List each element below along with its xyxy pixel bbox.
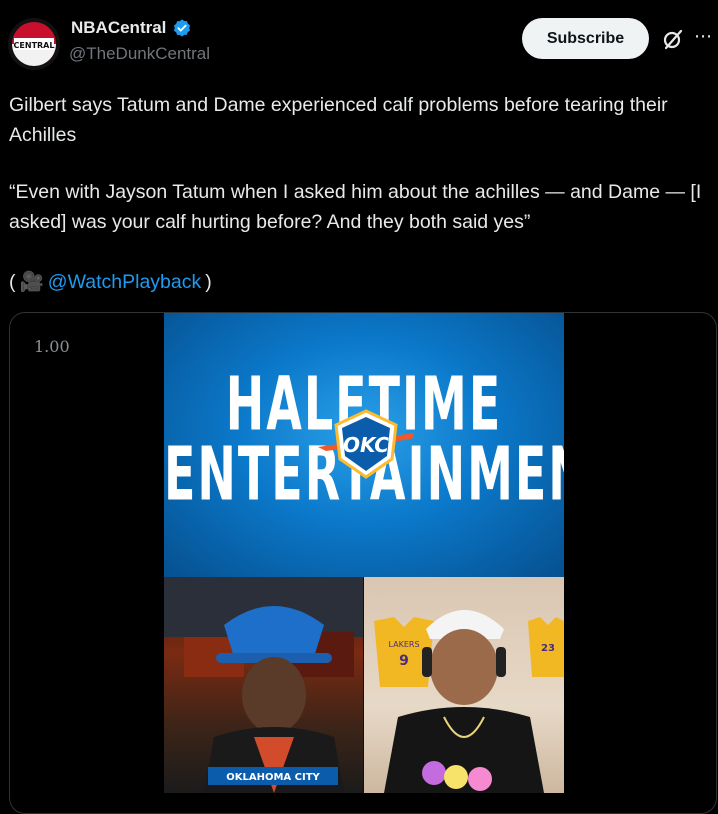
verified-badge-icon xyxy=(174,19,191,37)
display-name[interactable]: NBACentral xyxy=(71,18,166,38)
more-horizontal-icon[interactable]: ⋯ xyxy=(694,27,714,45)
okc-thunder-logo-icon: OKC xyxy=(318,409,414,479)
camera-emoji-icon: 🎥 xyxy=(19,271,44,293)
tweet-text-paragraph-1: Gilbert says Tatum and Dame experienced … xyxy=(9,94,668,146)
nbacentral-logo-icon: CENTRAL xyxy=(8,18,60,70)
gilbert-person-illustration: OKLAHOMA CITY xyxy=(164,577,364,793)
video-frame[interactable]: HALFTIME ENTERTAINMENT OKC OKLAHOMA CI xyxy=(164,313,564,793)
svg-text:OKLAHOMA CITY: OKLAHOMA CITY xyxy=(226,772,320,783)
video-card[interactable]: 1.00 HALFTIME ENTERTAINMENT OKC xyxy=(9,312,717,814)
subscribe-button[interactable]: Subscribe xyxy=(522,18,649,59)
name-row: NBACentral xyxy=(71,18,192,38)
tweet-header: CENTRAL NBACentral @TheDunkCentral Subsc… xyxy=(0,0,718,80)
right-video-pane: LAKERS 9 23 xyxy=(364,577,564,793)
tweet-credit: ( 🎥 @WatchPlayback ) xyxy=(9,267,709,297)
halftime-banner: HALFTIME ENTERTAINMENT OKC xyxy=(164,313,564,577)
avatar[interactable]: CENTRAL xyxy=(8,18,60,70)
svg-text:OKC: OKC xyxy=(343,433,389,457)
left-video-pane: OKLAHOMA CITY xyxy=(164,577,364,793)
svg-text:9: 9 xyxy=(399,653,409,669)
mention-link[interactable]: @WatchPlayback xyxy=(48,267,201,297)
tweet-text-paragraph-2: “Even with Jayson Tatum when I asked him… xyxy=(9,181,702,233)
grok-icon[interactable] xyxy=(662,28,684,50)
svg-text:23: 23 xyxy=(541,643,555,654)
credit-open-paren: ( xyxy=(9,271,16,293)
credit-close-paren: ) xyxy=(205,271,212,293)
host-person-illustration: LAKERS 9 23 xyxy=(374,610,564,793)
svg-text:CENTRAL: CENTRAL xyxy=(14,41,55,50)
playback-speed-label[interactable]: 1.00 xyxy=(34,337,70,356)
svg-text:LAKERS: LAKERS xyxy=(388,640,419,649)
handle[interactable]: @TheDunkCentral xyxy=(69,44,210,64)
